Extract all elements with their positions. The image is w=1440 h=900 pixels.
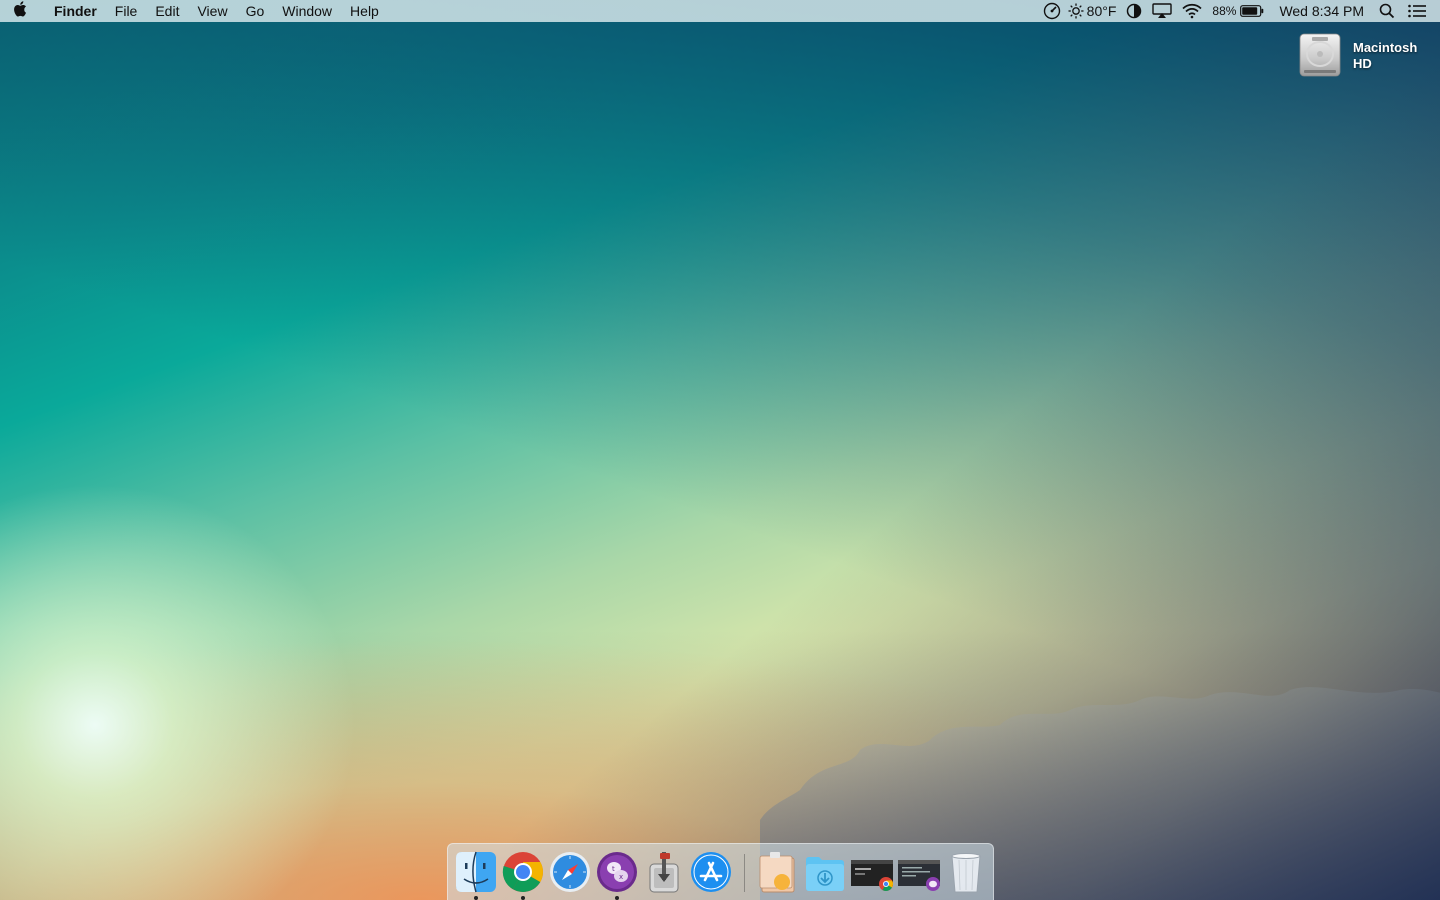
menu-window[interactable]: Window [273, 0, 341, 22]
apple-logo-icon[interactable] [0, 0, 40, 22]
trash-icon [951, 853, 981, 893]
dock-finder[interactable] [454, 850, 498, 900]
macintosh-hd-icon[interactable]: Macintosh HD [1298, 32, 1428, 82]
clock[interactable]: Wed 8:34 PM [1269, 0, 1374, 22]
menu-view[interactable]: View [188, 0, 236, 22]
hard-drive-icon [1298, 32, 1342, 78]
menu-edit[interactable]: Edit [146, 0, 188, 22]
dock-safari[interactable] [548, 850, 592, 894]
drive-label-line1: Macintosh [1353, 40, 1418, 55]
running-indicator [615, 896, 619, 900]
finder-icon [456, 851, 496, 893]
transmit-icon [649, 852, 679, 893]
menu-app-name[interactable]: Finder [40, 0, 106, 22]
half-circle-icon[interactable] [1121, 0, 1147, 22]
stack-icon [759, 852, 795, 893]
drive-label: Macintosh HD [1353, 40, 1423, 72]
dock-separator [744, 854, 745, 892]
menu-go[interactable]: Go [237, 0, 274, 22]
battery-icon [1240, 5, 1264, 17]
svg-text:x: x [619, 873, 623, 881]
dock-minimized-terminal-window[interactable] [897, 850, 941, 894]
sun-icon [1068, 3, 1084, 19]
wifi-icon[interactable] [1177, 0, 1207, 22]
safari-icon [550, 852, 590, 892]
svg-text:t: t [612, 865, 615, 873]
dock-trash[interactable] [944, 850, 988, 894]
dock-stack[interactable] [756, 850, 800, 894]
weather-item[interactable]: 80°F [1066, 0, 1122, 22]
temperature-text: 80°F [1086, 3, 1117, 19]
dock-purple-chat[interactable]: t x [595, 850, 639, 900]
list-icon[interactable] [1400, 0, 1440, 22]
desktop[interactable]: Finder File Edit View Go Window Help 80°… [0, 0, 1440, 900]
downloads-folder-icon [806, 857, 844, 891]
dock-app-store[interactable] [689, 850, 733, 894]
window-thumbnail-chrome-icon [851, 860, 893, 891]
search-icon[interactable] [1374, 0, 1400, 22]
chrome-icon [502, 852, 543, 892]
gauge-icon[interactable] [1038, 0, 1066, 22]
dock-chrome[interactable] [501, 850, 545, 900]
dock: t x [447, 843, 994, 900]
airplay-icon[interactable] [1147, 0, 1177, 22]
dock-transmit[interactable] [642, 850, 686, 894]
app-store-icon [691, 852, 731, 892]
battery-item[interactable]: 88% [1207, 0, 1269, 22]
dock-downloads[interactable] [803, 850, 847, 894]
running-indicator [474, 896, 478, 900]
dock-minimized-chrome-window[interactable] [850, 850, 894, 894]
running-indicator [521, 896, 525, 900]
drive-label-line2: HD [1353, 56, 1372, 71]
menu-bar: Finder File Edit View Go Window Help 80°… [0, 0, 1440, 22]
battery-percent: 88% [1212, 4, 1237, 18]
window-thumbnail-terminal-icon [898, 860, 940, 891]
menu-file[interactable]: File [106, 0, 147, 22]
purple-chat-icon: t x [597, 852, 637, 892]
menu-help[interactable]: Help [341, 0, 388, 22]
